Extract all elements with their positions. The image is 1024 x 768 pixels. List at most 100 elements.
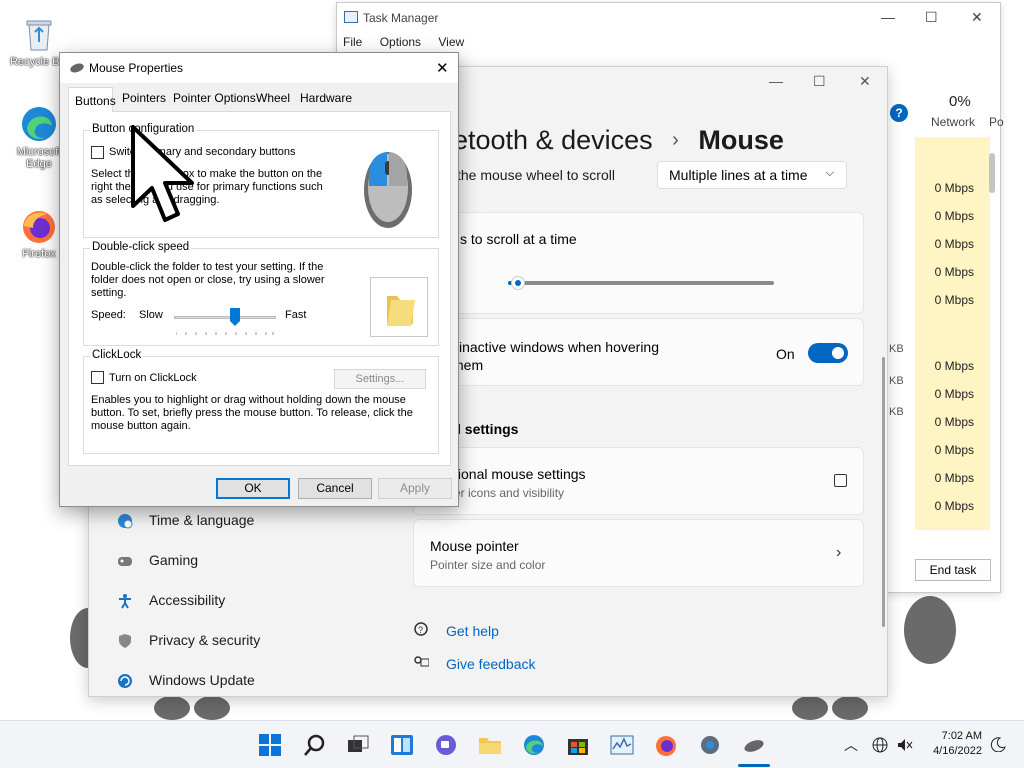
end-task-button[interactable]: End task: [915, 559, 991, 581]
give-feedback-icon: [413, 655, 430, 671]
clicklock-settings-button[interactable]: Settings...: [334, 369, 426, 389]
settings-scrollbar[interactable]: [882, 357, 885, 627]
cancel-button[interactable]: Cancel: [298, 478, 372, 499]
apply-button[interactable]: Apply: [378, 478, 452, 499]
mouse-illustration: [342, 136, 434, 234]
edge-taskbar-icon[interactable]: [522, 733, 546, 757]
tab-wheel[interactable]: Wheel: [256, 91, 290, 105]
tab-hardware[interactable]: Hardware: [300, 91, 352, 105]
recycle-bin-icon: [19, 14, 59, 54]
breadcrumb-separator: ›: [672, 129, 679, 151]
volume-muted-icon[interactable]: [897, 737, 913, 753]
task-view-icon[interactable]: [346, 733, 370, 757]
inactive-scroll-state: On: [776, 346, 795, 362]
open-external-icon: [834, 474, 847, 487]
breadcrumb-parent[interactable]: etooth & devices: [453, 125, 653, 155]
lines-slider-thumb[interactable]: [511, 276, 525, 290]
power-column-header[interactable]: Po: [989, 115, 1004, 129]
double-click-slider-thumb[interactable]: [230, 308, 241, 326]
lines-slider-track[interactable]: [518, 281, 774, 285]
search-icon[interactable]: [303, 733, 327, 757]
group-label: ClickLock: [90, 349, 144, 361]
dialog-titlebar: Mouse Properties ✕: [60, 53, 458, 83]
network-cell: 0 Mbps: [934, 265, 974, 279]
task-manager-taskbar-icon[interactable]: [610, 733, 634, 757]
scroll-mode-dropdown[interactable]: Multiple lines at a time ⌵: [657, 161, 847, 189]
globe-clock-icon: [117, 513, 133, 529]
menu-options[interactable]: Options: [380, 35, 421, 49]
tab-pointer-options[interactable]: Pointer Options: [173, 91, 256, 105]
nav-label: Time & language: [149, 512, 255, 528]
additional-mouse-settings-title: tional mouse settings: [454, 466, 586, 482]
maximize-button[interactable]: ☐: [813, 73, 826, 90]
tab-pointers[interactable]: Pointers: [122, 91, 166, 105]
dialog-title: Mouse Properties: [89, 61, 184, 75]
firefox-taskbar-icon[interactable]: [654, 733, 678, 757]
show-hidden-icons-chevron-icon[interactable]: ︿: [844, 735, 858, 755]
tab-label: Buttons: [75, 94, 116, 108]
minimize-button[interactable]: —: [881, 9, 895, 25]
store-icon[interactable]: [566, 733, 590, 757]
network-column-header[interactable]: Network: [931, 115, 975, 129]
lines-to-scroll-card: s to scroll at a time: [413, 212, 864, 314]
firefox-icon: [19, 206, 59, 246]
network-cell: 0 Mbps: [934, 181, 974, 195]
minimize-button[interactable]: —: [769, 73, 783, 89]
additional-mouse-settings-card[interactable]: tional mouse settings er icons and visib…: [413, 447, 864, 515]
network-cell: 0 Mbps: [934, 471, 974, 485]
menu-view[interactable]: View: [438, 35, 464, 49]
button-config-description: Select this check box to make the button…: [91, 168, 323, 206]
switch-buttons-checkbox[interactable]: [91, 146, 104, 159]
close-button[interactable]: ✕: [859, 73, 871, 90]
fast-label: Fast: [285, 309, 307, 321]
related-settings-heading: l settings: [457, 421, 519, 437]
network-cell: 0 Mbps: [934, 415, 974, 429]
tab-buttons[interactable]: Buttons: [68, 87, 116, 112]
chat-icon[interactable]: [434, 733, 458, 757]
clicklock-group: ClickLock Turn on ClickLock Settings... …: [83, 349, 439, 454]
network-cell: 0 Mbps: [934, 499, 974, 513]
additional-mouse-settings-subtitle: er icons and visibility: [454, 486, 565, 500]
ok-button[interactable]: OK: [216, 478, 290, 499]
widgets-icon[interactable]: [390, 733, 414, 757]
clock[interactable]: 7:02 AM 4/16/2022: [926, 729, 982, 759]
update-icon: [117, 673, 133, 689]
close-button[interactable]: ✕: [436, 59, 449, 77]
network-cell: 0 Mbps: [934, 237, 974, 251]
scrollbar-thumb[interactable]: [989, 153, 995, 193]
start-windows-icon[interactable]: [258, 733, 282, 757]
clicklock-description: Enables you to highlight or drag without…: [91, 394, 413, 432]
close-button[interactable]: ✕: [971, 9, 983, 26]
nav-label: Windows Update: [149, 672, 255, 688]
help-icon[interactable]: ?: [890, 104, 908, 122]
edge-icon: [19, 104, 59, 144]
scroll-mode-label: the mouse wheel to scroll: [457, 167, 615, 183]
double-click-slider-ticks: [175, 324, 274, 335]
active-app-indicator: [738, 764, 770, 767]
notification-moon-icon[interactable]: [990, 736, 1006, 753]
breadcrumb: etooth & devices › Mouse: [453, 125, 784, 156]
accessibility-icon: [117, 593, 133, 609]
slow-label: Slow: [139, 309, 163, 321]
double-click-slider-track[interactable]: [174, 316, 276, 319]
double-click-speed-group: Double-click speed Double-click the fold…: [83, 241, 439, 346]
folder-icon: [387, 296, 415, 326]
clicklock-checkbox[interactable]: [91, 371, 104, 384]
menu-file[interactable]: File: [343, 35, 362, 49]
maximize-button[interactable]: ☐: [925, 9, 938, 26]
mouse-pointer-card[interactable]: Mouse pointer Pointer size and color ›: [413, 519, 864, 587]
get-help-link[interactable]: Get help: [446, 623, 499, 639]
network-cell: 0 Mbps: [934, 209, 974, 223]
test-folder[interactable]: [370, 277, 428, 337]
settings-taskbar-icon[interactable]: [698, 733, 722, 757]
inactive-scroll-label-line2: them: [452, 357, 484, 373]
mouse-pointer-title: Mouse pointer: [430, 538, 519, 554]
clicklock-label: Turn on ClickLock: [109, 372, 197, 384]
give-feedback-link[interactable]: Give feedback: [446, 656, 536, 672]
network-globe-icon[interactable]: [872, 737, 888, 753]
mouse-properties-taskbar-icon[interactable]: [742, 733, 766, 757]
inactive-scroll-toggle[interactable]: [808, 343, 848, 363]
memory-cell: KB: [889, 406, 904, 418]
file-explorer-icon[interactable]: [478, 733, 502, 757]
get-help-icon: ?: [413, 622, 429, 638]
